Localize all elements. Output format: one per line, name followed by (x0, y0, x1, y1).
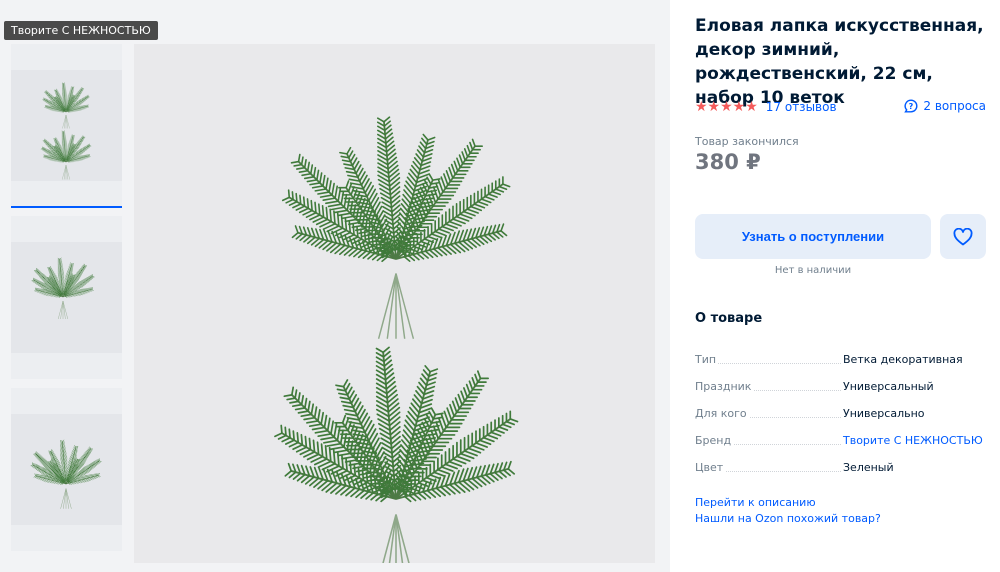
stock-note: Товар закончился (695, 135, 799, 148)
property-key-text: Тип (695, 353, 719, 366)
thumbnail-3[interactable] (11, 388, 122, 551)
property-value: Ветка декоративная (843, 353, 963, 366)
property-key: Праздник (695, 379, 841, 393)
chat-question-icon: ? (904, 99, 918, 113)
product-title: Еловая лапка искусственная, декор зимний… (695, 16, 984, 108)
rating-stars: ★★★★★ (695, 99, 758, 115)
property-value: Универсальный (843, 380, 934, 393)
thumbnail-1[interactable] (11, 44, 122, 208)
thumbnail-image (11, 414, 122, 525)
notify-button[interactable]: Узнать о поступлении (695, 214, 931, 259)
property-row: Для кого Универсально (695, 406, 995, 433)
product-price: 380 ₽ (695, 150, 761, 174)
availability-note: Нет в наличии (774, 265, 852, 276)
product-gallery: Творите С НЕЖНОСТЬЮ (0, 0, 670, 572)
property-key: Цвет (695, 460, 841, 474)
thumbnail-image (11, 242, 122, 353)
thumbnail-list (11, 44, 122, 560)
property-row: Праздник Универсальный (695, 379, 995, 406)
questions-label: 2 вопроса (923, 99, 986, 113)
main-product-image[interactable] (134, 44, 655, 563)
property-key-text: Бренд (695, 434, 734, 447)
product-page: Творите С НЕЖНОСТЬЮ Еловая лапка искусст… (0, 0, 1000, 572)
heart-icon (953, 227, 973, 245)
property-key: Для кого (695, 406, 841, 420)
about-title: О товаре (695, 311, 763, 326)
thumbnail-image (11, 70, 122, 181)
reviews-link[interactable]: 17 отзывов (766, 100, 837, 114)
property-key-text: Цвет (695, 461, 726, 474)
go-to-description-link[interactable]: Перейти к описанию (695, 495, 881, 511)
property-value: Зеленый (843, 461, 894, 474)
property-row: Бренд Творите С НЕЖНОСТЬЮ (695, 433, 995, 460)
extra-links: Перейти к описанию Нашли на Ozon похожий… (695, 495, 881, 527)
found-similar-link[interactable]: Нашли на Ozon похожий товар? (695, 511, 881, 527)
property-row: Тип Ветка декоративная (695, 352, 995, 379)
svg-text:?: ? (909, 102, 914, 111)
property-key-text: Для кого (695, 407, 749, 420)
brand-tag[interactable]: Творите С НЕЖНОСТЬЮ (4, 21, 158, 40)
favorite-button[interactable] (940, 214, 986, 259)
rating-block[interactable]: ★★★★★ 17 отзывов (695, 99, 837, 115)
brand-link[interactable]: Творите С НЕЖНОСТЬЮ (843, 433, 983, 449)
properties-list: Тип Ветка декоративная Праздник Универса… (695, 352, 995, 487)
property-row: Цвет Зеленый (695, 460, 995, 487)
property-key-text: Праздник (695, 380, 754, 393)
property-key: Тип (695, 352, 841, 366)
property-value: Универсально (843, 407, 925, 420)
property-key: Бренд (695, 433, 841, 447)
thumbnail-2[interactable] (11, 216, 122, 379)
product-info-panel: Еловая лапка искусственная, декор зимний… (670, 0, 1000, 572)
questions-link[interactable]: ? 2 вопроса (904, 99, 986, 113)
